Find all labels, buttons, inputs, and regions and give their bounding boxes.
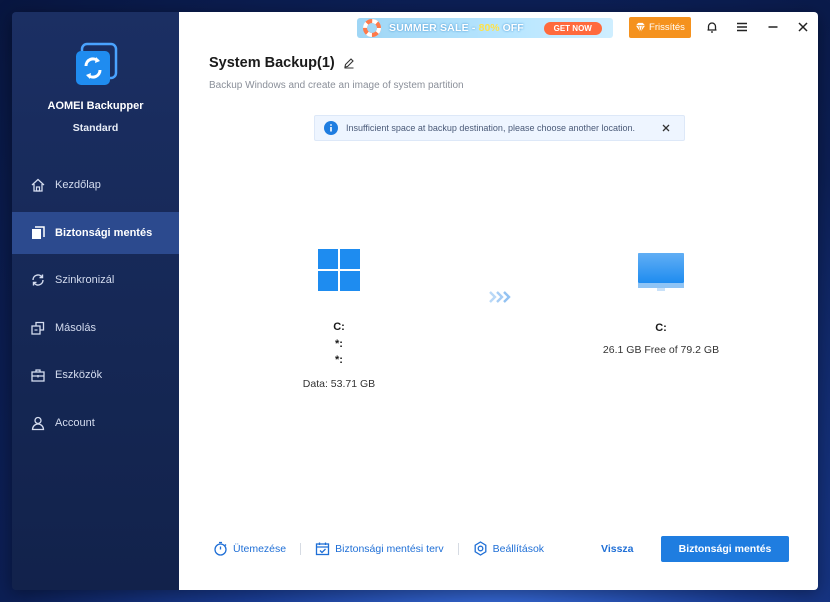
forward-arrows-icon [489,291,511,303]
settings-gear-icon [474,541,487,556]
banner-get-now-button[interactable]: GET NOW [543,21,602,35]
sidebar-item-label: Kezdőlap [55,179,101,191]
upgrade-button[interactable]: Frissítés [629,17,691,38]
home-icon [31,178,45,192]
sidebar-item-label: Másolás [55,321,96,334]
page-title: System Backup(1) [209,55,355,71]
backup-scheme-label: Biztonsági mentési terv [335,542,444,555]
divider [457,542,459,555]
stopwatch-icon [214,541,227,556]
upgrade-label: Frissítés [649,22,685,33]
user-icon [31,416,45,431]
settings-link[interactable]: Beállítások [473,541,544,556]
sidebar-item-label: Szinkronizál [55,274,115,287]
sidebar-item-label: Eszközök [55,369,103,382]
settings-label: Beállítások [492,542,545,555]
warning-alert: Insufficient space at backup destination… [314,115,685,141]
source-drive-line: *: [335,354,343,366]
banner-sale-text: SUMMER SALE - [389,22,476,34]
schedule-link[interactable]: Ütemezése [213,541,286,556]
sidebar-item-sync[interactable]: Szinkronizál [12,259,179,301]
divider [300,542,302,555]
alert-message: Insufficient space at backup destination… [346,123,636,133]
promo-banner[interactable]: SUMMER SALE - 80% OFF GET NOW [357,18,613,38]
source-drive-line: *: [335,337,343,350]
back-button[interactable]: Vissza [601,543,634,555]
minimize-icon[interactable] [766,20,780,34]
monitor-icon [638,253,684,291]
banner-off-text: OFF [502,22,524,34]
banner-discount: 80% [478,22,500,34]
page-subtitle: Backup Windows and create an image of sy… [209,80,464,91]
start-backup-button[interactable]: Biztonsági mentés [661,536,789,562]
tools-icon [31,369,45,383]
sidebar-nav: Kezdőlap Biztonsági mentés Szinkronizál … [12,164,179,450]
sync-icon [32,274,44,286]
info-icon [324,121,338,135]
main-panel: SUMMER SALE - 80% OFF GET NOW Frissítés … [179,12,818,590]
backup-icon [32,225,45,239]
sidebar-item-account[interactable]: Account [12,402,179,444]
swim-ring-icon [363,19,381,37]
windows-logo-icon [318,249,360,291]
backup-destination[interactable]: C: 26.1 GB Free of 79.2 GB [591,252,731,356]
edit-pencil-icon[interactable] [343,57,355,69]
options-bar: Ütemezése Biztonsági mentési terv Beállí… [213,541,544,556]
sidebar-item-tools[interactable]: Eszközök [12,354,179,396]
sidebar-item-label: Account [55,416,95,429]
source-drive-line: C: [333,321,345,333]
sidebar-item-backup[interactable]: Biztonsági mentés [12,211,179,254]
menu-icon[interactable] [735,20,749,34]
sidebar: AOMEI Backupper Standard Kezdőlap Bizton… [12,12,179,590]
destination-drive: C: [655,322,667,334]
sidebar-item-label: Biztonsági mentés [55,226,153,239]
app-edition: Standard [72,122,119,134]
source-data-size: Data: 53.71 GB [302,377,376,390]
diamond-icon [635,22,646,33]
sidebar-item-clone[interactable]: Másolás [12,307,179,349]
sidebar-item-home[interactable]: Kezdőlap [12,164,179,206]
schedule-label: Ütemezése [233,542,287,555]
app-name: AOMEI Backupper [47,100,144,112]
backup-source[interactable]: C: *: *: Data: 53.71 GB [289,248,389,390]
calendar-check-icon [315,542,330,556]
alert-close-icon[interactable] [660,122,672,134]
close-icon[interactable] [796,20,810,34]
backup-scheme-link[interactable]: Biztonsági mentési terv [315,541,444,556]
app-window: AOMEI Backupper Standard Kezdőlap Bizton… [12,12,818,590]
bell-icon[interactable] [705,20,719,34]
clone-icon [31,321,45,335]
destination-free-space: 26.1 GB Free of 79.2 GB [602,343,720,356]
page-title-text: System Backup(1) [209,55,335,71]
app-logo-icon [74,42,118,88]
